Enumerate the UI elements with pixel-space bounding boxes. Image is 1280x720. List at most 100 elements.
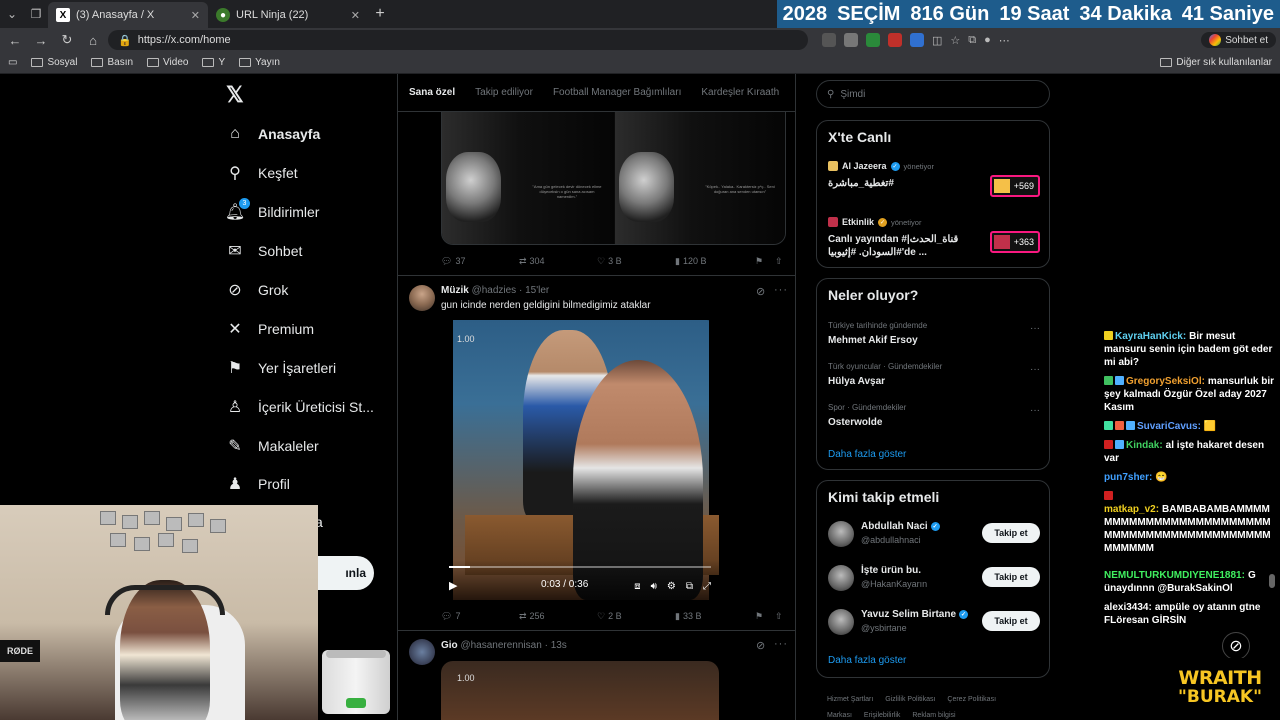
avatar[interactable] — [409, 639, 435, 665]
trend-item[interactable]: Türkiye tarihinde gündemde Mehmet Akif E… — [828, 321, 1040, 346]
follow-suggestion[interactable]: İşte ürün bu. @HakanKayarın Takip et — [828, 565, 1040, 593]
tab-for-you[interactable]: Sana özel — [409, 87, 455, 98]
trend-item[interactable]: Spor · Gündemdekiler Osterwolde ··· — [828, 403, 1040, 428]
settings-icon[interactable]: ⚙ — [667, 581, 676, 592]
browser-tab[interactable]: X (3) Anasayfa / X ✕ — [48, 2, 208, 28]
bookmark-folder[interactable]: Sosyal — [31, 57, 77, 68]
repost-button[interactable]: ⇄ 304 — [519, 256, 545, 267]
favorites-icon[interactable]: ☆ — [950, 34, 960, 47]
video-player[interactable]: 1.00 ▶ 0:03 / 0:36 ⧈ 🔊︎ ⚙ ⧉ ⤢ — [441, 320, 719, 600]
bookmark-icon[interactable]: ⚑ — [755, 611, 763, 622]
share-icon[interactable]: ⇧ — [775, 256, 783, 267]
workspaces-icon[interactable]: ❐ — [24, 0, 48, 28]
new-tab-button[interactable]: + — [368, 5, 392, 23]
avatar[interactable] — [828, 609, 854, 635]
extension-icon[interactable] — [822, 33, 836, 47]
live-item[interactable]: Etkinlik ✓ yönetiyor Canlı yayından #|قناة… — [828, 217, 1040, 259]
bookmark-folder[interactable]: Y — [202, 57, 225, 68]
other-bookmarks[interactable]: Diğer sık kullanılanlar — [1160, 57, 1272, 68]
live-item[interactable]: Al Jazeera ✓ yönetiyor تغطية_مباشرة# +569 — [828, 161, 1040, 197]
footer-link[interactable]: Markası — [827, 712, 852, 719]
split-view-icon[interactable]: ◫ — [932, 34, 942, 47]
nav-item-articles[interactable]: ✎ Makaleler — [226, 431, 318, 461]
avatar[interactable] — [409, 285, 435, 311]
nav-item-profile[interactable]: ♟ Profil — [226, 469, 290, 499]
like-button[interactable]: ♡ 3 B — [597, 256, 622, 267]
nav-item-home[interactable]: ⌂ Anasayfa — [226, 119, 320, 149]
chat-scrollbar[interactable] — [1269, 574, 1275, 588]
footer-link[interactable]: Erişilebilirlik — [864, 712, 901, 719]
more-icon[interactable]: ··· — [1030, 364, 1040, 375]
trend-item[interactable]: Türk oyuncular · Gündemdekiler Hülya Avş… — [828, 362, 1040, 387]
video-progress-bar[interactable] — [449, 566, 711, 568]
grok-icon[interactable]: ⊘ — [1222, 632, 1250, 660]
captions-icon[interactable]: ⧈ — [634, 581, 640, 592]
more-icon[interactable]: ··· — [1030, 405, 1040, 416]
search-input[interactable]: ⚲ Şimdi — [816, 80, 1050, 108]
nav-item-messages[interactable]: ✉ Sohbet — [226, 236, 302, 266]
live-listeners-pill[interactable]: +569 — [990, 175, 1040, 197]
avatar[interactable] — [828, 521, 854, 547]
like-button[interactable]: ♡ 2 B — [597, 611, 622, 622]
tab-following[interactable]: Takip ediliyor — [475, 87, 533, 98]
bookmark-folder[interactable]: Basın — [91, 57, 133, 68]
tab-menu-icon[interactable]: ⌄ — [0, 0, 24, 28]
extension-icon[interactable] — [888, 33, 902, 47]
tab-list[interactable]: Kardeşler Kıraath — [701, 87, 779, 98]
share-icon[interactable]: ⇧ — [775, 611, 783, 622]
play-icon[interactable]: ▶ — [449, 579, 457, 592]
show-more-link[interactable]: Daha fazla göster — [828, 449, 906, 460]
back-icon[interactable]: ← — [4, 29, 26, 51]
fullscreen-icon[interactable]: ⤢ — [703, 581, 711, 592]
nav-item-creator-studio[interactable]: ♙ İçerik Üreticisi St... — [226, 392, 374, 422]
footer-link[interactable]: Reklam bilgisi — [912, 712, 955, 719]
views-button[interactable]: ▮ 33 B — [675, 611, 701, 622]
extension-icon[interactable] — [910, 33, 924, 47]
live-listeners-pill[interactable]: +363 — [990, 231, 1040, 253]
reply-button[interactable]: 💬︎ 7 — [441, 611, 460, 622]
follow-button[interactable]: Takip et — [982, 611, 1040, 631]
grok-icon[interactable]: ⊘ — [756, 639, 766, 652]
repost-button[interactable]: ⇄ 256 — [519, 611, 545, 622]
more-icon[interactable]: ··· — [774, 638, 788, 650]
views-button[interactable]: ▮ 120 B — [675, 256, 706, 267]
close-icon[interactable]: ✕ — [191, 9, 200, 22]
nav-item-premium[interactable]: ✕ Premium — [226, 314, 314, 344]
bookmark-folder[interactable]: Yayın — [239, 57, 280, 68]
forward-icon[interactable]: → — [30, 29, 52, 51]
copilot-chat-button[interactable]: Sohbet et — [1201, 32, 1276, 48]
show-more-link[interactable]: Daha fazla göster — [828, 655, 906, 666]
bookmark-folder[interactable]: Video — [147, 57, 188, 68]
reload-icon[interactable]: ↻ — [56, 29, 78, 51]
profile-avatar[interactable]: ● — [984, 34, 991, 46]
follow-button[interactable]: Takip et — [982, 523, 1040, 543]
post-button[interactable]: ınla — [318, 556, 374, 590]
more-icon[interactable]: ··· — [774, 284, 788, 296]
nav-item-explore[interactable]: ⚲ Keşfet — [226, 158, 298, 188]
volume-icon[interactable]: 🔊︎ — [651, 581, 657, 592]
close-icon[interactable]: ✕ — [351, 9, 360, 22]
bookmark-icon[interactable]: ⚑ — [755, 256, 763, 267]
footer-link[interactable]: Çerez Politikası — [947, 696, 996, 703]
follow-button[interactable]: Takip et — [982, 567, 1040, 587]
nav-item-notifications[interactable]: 🔔︎ 3 Bildirimler — [225, 197, 319, 227]
pip-icon[interactable]: ⧉ — [686, 581, 693, 592]
tab-list[interactable]: Football Manager Bağımlıları — [553, 87, 681, 98]
tweet-author[interactable]: Müzik @hadzies · 15'ler — [441, 285, 549, 296]
collections-icon[interactable]: ⧉ — [968, 34, 976, 47]
x-logo-icon[interactable]: 𝕏 — [226, 82, 244, 108]
extension-icon[interactable] — [866, 33, 880, 47]
url-input[interactable]: 🔒 https://x.com/home — [108, 30, 808, 50]
nav-item-bookmarks[interactable]: ⚑ Yer İşaretleri — [226, 353, 336, 383]
video-player[interactable]: 1.00 — [441, 661, 719, 720]
footer-link[interactable]: Gizlilik Politikası — [885, 696, 935, 703]
tweet-image[interactable]: "Ama gün gelecek devir dönecek elime düş… — [441, 112, 786, 245]
reply-button[interactable]: 💬︎ 37 — [441, 256, 465, 267]
grok-icon[interactable]: ⊘ — [756, 285, 766, 298]
avatar[interactable] — [828, 565, 854, 591]
footer-link[interactable]: Hizmet Şartları — [827, 696, 873, 703]
browser-tab[interactable]: ● URL Ninja (22) ✕ — [208, 2, 368, 28]
more-icon[interactable]: ⋯ — [999, 34, 1010, 47]
more-icon[interactable]: ··· — [1030, 323, 1040, 334]
bookmark-tab-icon[interactable]: ▭ — [8, 57, 17, 68]
